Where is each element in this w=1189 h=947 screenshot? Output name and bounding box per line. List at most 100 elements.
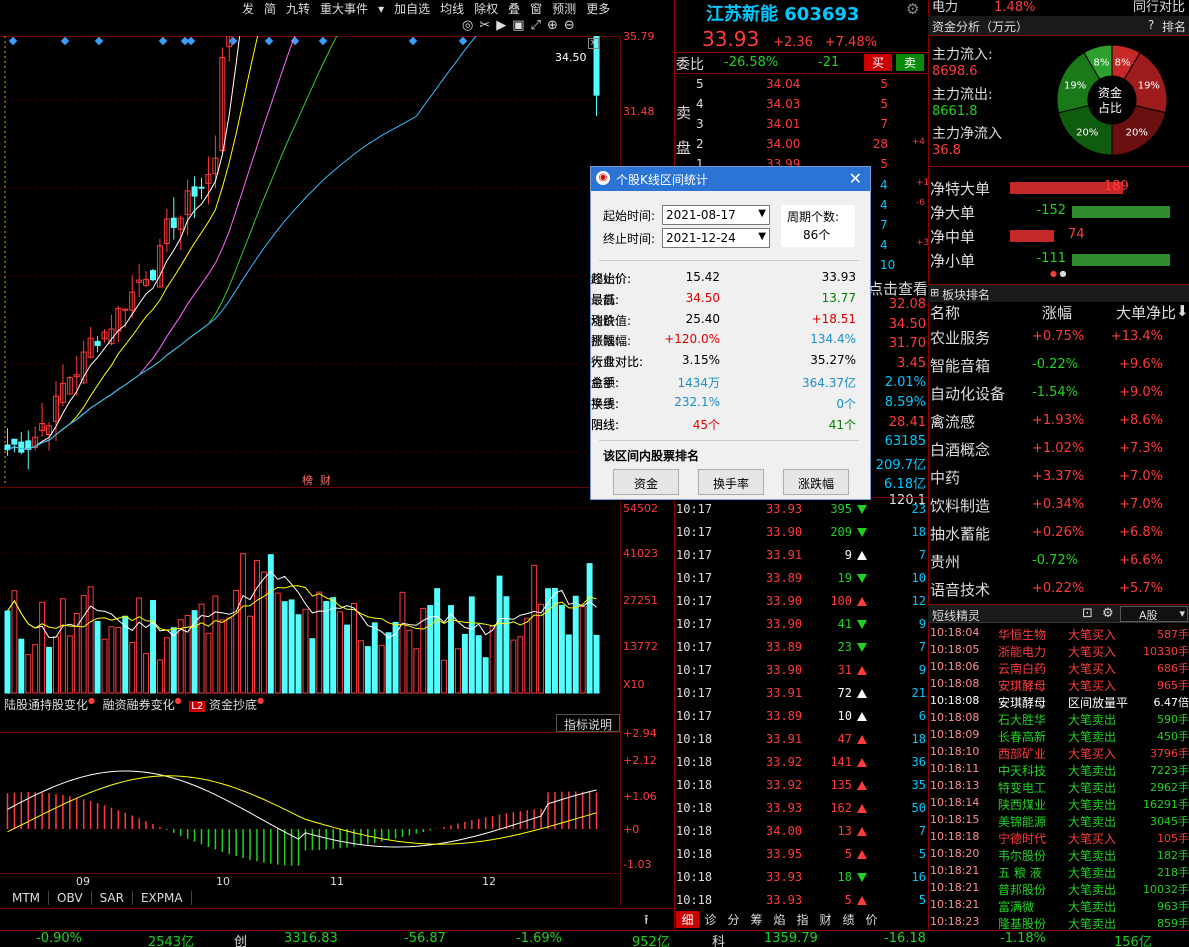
col-chg[interactable]: 涨幅	[1042, 302, 1072, 323]
event-marker-icon[interactable]	[458, 36, 468, 46]
zoom-in-icon[interactable]: ⊕	[547, 18, 564, 33]
event-marker-icon[interactable]	[318, 36, 328, 46]
sell-level-row[interactable]: 4 34.03 5	[676, 95, 928, 115]
peer-compare[interactable]: 同行对比	[1133, 0, 1185, 15]
elf-row[interactable]: 10:18:06 云南白药 大笔买入 686手	[928, 659, 1189, 676]
right-tab[interactable]: 筹	[745, 911, 768, 928]
event-marker-icon[interactable]	[186, 36, 196, 46]
right-tab[interactable]: 焰	[768, 911, 791, 928]
event-marker-icon[interactable]	[94, 36, 104, 46]
elf-row[interactable]: 10:18:15 美锦能源 大笔卖出 3045手	[928, 812, 1189, 829]
elf-row[interactable]: 10:18:08 石大胜华 大笔卖出 590手	[928, 710, 1189, 727]
toolbar-jian[interactable]: 简	[262, 0, 278, 17]
help-icon[interactable]: ?	[1148, 18, 1154, 32]
event-marker-icon[interactable]	[264, 36, 274, 46]
sector-row[interactable]: 抽水蓄能 +0.26% +6.8%	[928, 519, 1189, 547]
toolbar-window[interactable]: 窗	[528, 0, 544, 17]
sector-row[interactable]: 自动化设备 -1.54% +9.0%	[928, 379, 1189, 407]
rank-change-button[interactable]: 涨跌幅	[783, 469, 849, 495]
expand-icon[interactable]: ⤢	[531, 18, 547, 33]
elf-filter-icon[interactable]: ⊡	[1082, 606, 1093, 621]
elf-row[interactable]: 10:18:23 隆基股份 大笔卖出 859手	[928, 914, 1189, 931]
toolbar-more[interactable]: 更多	[584, 0, 612, 17]
sell-level-row[interactable]: 2 34.00 28 +4	[676, 135, 928, 155]
plus-icon[interactable]: ⊞	[930, 286, 939, 299]
toolbar-ma[interactable]: 均线	[438, 0, 466, 17]
lock-icon[interactable]: ▣	[512, 18, 530, 33]
right-tab[interactable]: 财	[814, 911, 837, 928]
right-tab[interactable]: 细	[676, 911, 699, 928]
play-icon[interactable]: ▶	[496, 18, 512, 33]
elf-row[interactable]: 10:18:10 西部矿业 大笔买入 3796手	[928, 744, 1189, 761]
elf-row[interactable]: 10:18:13 特变电工 大笔卖出 2962手	[928, 778, 1189, 795]
zoom-out-icon[interactable]: ⊖	[564, 18, 581, 33]
sector-row[interactable]: 白酒概念 +1.02% +7.3%	[928, 435, 1189, 463]
settings-gear-icon[interactable]: ⚙	[906, 0, 919, 18]
event-marker-icon[interactable]	[158, 36, 168, 46]
event-marker-icon[interactable]	[8, 36, 18, 46]
eye-icon[interactable]: ◎	[462, 18, 479, 33]
sector-row[interactable]: 贵州 -0.72% +6.6%	[928, 547, 1189, 575]
tab-hk-connect[interactable]: 陆股通持股变化	[4, 698, 88, 712]
toolbar-exright[interactable]: 除权	[472, 0, 500, 17]
tab-mtm[interactable]: MTM	[4, 891, 50, 905]
macd-chart[interactable]	[0, 733, 620, 873]
start-date-select[interactable]: 2021-08-17 ▼	[662, 205, 770, 225]
elf-row[interactable]: 10:18:18 宁德时代 大笔买入 105手	[928, 829, 1189, 846]
rank-turnover-button[interactable]: 换手率	[698, 469, 764, 495]
event-marker-icon[interactable]	[60, 36, 70, 46]
toolbar-jiuzhuan[interactable]: 九转	[284, 0, 312, 17]
elf-row[interactable]: 10:18:20 韦尔股份 大笔卖出 182手	[928, 846, 1189, 863]
elf-row[interactable]: 10:18:08 安琪酵母 区间放量平 6.47倍	[928, 693, 1189, 710]
tag-bang[interactable]: 榜	[302, 474, 313, 487]
toolbar-forecast[interactable]: 预测	[550, 0, 578, 17]
toolbar-dropdown-icon[interactable]: ▾	[376, 2, 386, 16]
volume-chart[interactable]	[0, 505, 620, 695]
tab-sar[interactable]: SAR	[92, 891, 133, 905]
sort-down-icon[interactable]: ⬇	[1176, 302, 1189, 320]
right-tab[interactable]: 指	[791, 911, 814, 928]
toolbar-fa[interactable]: 发	[240, 0, 256, 17]
event-marker-icon[interactable]	[228, 36, 238, 46]
elf-settings-icon[interactable]: ⚙	[1102, 606, 1114, 621]
indicator-help-button[interactable]: 指标说明	[556, 714, 620, 732]
click-view-link[interactable]: 点击查看	[868, 278, 928, 299]
sell-level-row[interactable]: 5 34.04 5	[676, 75, 928, 95]
toolbar-overlay[interactable]: 叠	[506, 0, 522, 17]
sell-button[interactable]: 卖	[896, 54, 924, 71]
toolbar-add-watch[interactable]: 加自选	[392, 0, 432, 17]
sell-level-row[interactable]: 3 34.01 7	[676, 115, 928, 135]
sector-row[interactable]: 智能音箱 -0.22% +9.6%	[928, 351, 1189, 379]
sector-row[interactable]: 中药 +3.37% +7.0%	[928, 463, 1189, 491]
kline-chart[interactable]	[0, 36, 620, 486]
tab-expma[interactable]: EXPMA	[133, 891, 192, 905]
elf-row[interactable]: 10:18:21 五 粮 液 大笔卖出 218手	[928, 863, 1189, 880]
sector-row[interactable]: 语音技术 +0.22% +5.7%	[928, 575, 1189, 603]
sector-row[interactable]: 饮料制造 +0.34% +7.0%	[928, 491, 1189, 519]
elf-row[interactable]: 10:18:04 华恒生物 大笔买入 587手	[928, 625, 1189, 642]
event-marker-icon[interactable]	[408, 36, 418, 46]
elf-row[interactable]: 10:18:21 富满微 大笔卖出 963手	[928, 897, 1189, 914]
right-tab[interactable]: 诊	[699, 911, 722, 928]
page-dots[interactable]: ● ●	[1050, 269, 1067, 278]
tab-fund-bottom[interactable]: 资金抄底	[209, 698, 257, 712]
elf-row[interactable]: 10:18:11 中天科技 大笔卖出 7223手	[928, 761, 1189, 778]
elf-market-select[interactable]: A股 ▾	[1120, 606, 1188, 622]
sector-row[interactable]: 禽流感 +1.93% +8.6%	[928, 407, 1189, 435]
tab-obv[interactable]: OBV	[49, 891, 92, 905]
end-date-select[interactable]: 2021-12-24 ▼	[662, 228, 770, 248]
right-tab[interactable]: 绩	[837, 911, 860, 928]
sector-row[interactable]: 农业服务 +0.75% +13.4%	[928, 323, 1189, 351]
dialog-close-icon[interactable]: ✕	[849, 169, 862, 188]
tag-cai[interactable]: 财	[320, 474, 331, 487]
elf-row[interactable]: 10:18:21 普邦股份 大笔卖出 10032手	[928, 880, 1189, 897]
scissors-icon[interactable]: ✂	[479, 18, 496, 33]
elf-row[interactable]: 10:18:09 长春高新 大笔卖出 450手	[928, 727, 1189, 744]
right-tab[interactable]: 价	[860, 911, 883, 928]
right-tab[interactable]: 分	[722, 911, 745, 928]
col-net[interactable]: 大单净比	[1116, 302, 1176, 323]
toolbar-events[interactable]: 重大事件	[318, 0, 370, 17]
elf-row[interactable]: 10:18:14 陕西煤业 大笔卖出 16291手	[928, 795, 1189, 812]
rank-fund-button[interactable]: 资金	[613, 469, 679, 495]
close-chart-icon[interactable]: ×	[588, 38, 599, 49]
